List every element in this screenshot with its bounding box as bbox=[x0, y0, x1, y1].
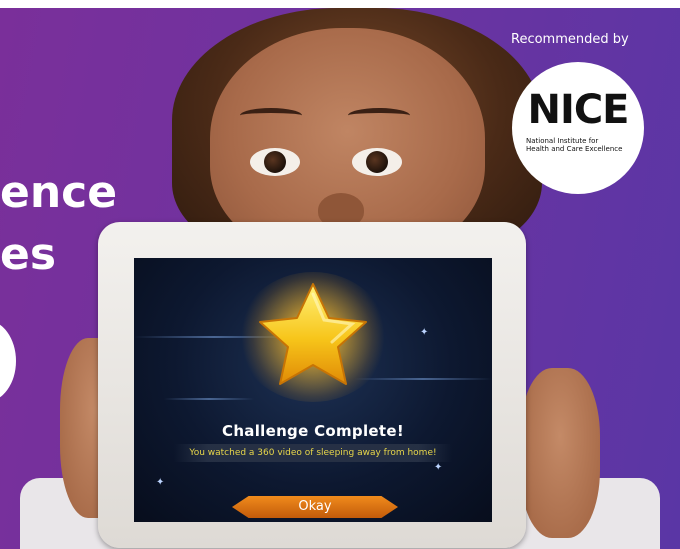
tablet-device: ✦ ✦ ✦ Challenge Complete! You watched a … bbox=[98, 222, 526, 548]
recommended-by-label: Recommended by bbox=[511, 32, 629, 47]
nice-logo-text: NICE bbox=[527, 87, 629, 133]
nice-logo-subtext-2: Health and Care Excellence bbox=[526, 145, 623, 153]
okay-button[interactable]: Okay bbox=[232, 496, 398, 518]
headline-line-2: es bbox=[0, 229, 57, 280]
nice-logo-subtext-1: National Institute for bbox=[526, 137, 599, 145]
right-eyebrow bbox=[348, 108, 410, 123]
challenge-title: Challenge Complete! bbox=[222, 422, 404, 440]
sparkle-icon: ✦ bbox=[420, 327, 429, 338]
headline-line-1: ence bbox=[0, 167, 118, 218]
challenge-message: You watched a 360 video of sleeping away… bbox=[189, 448, 437, 458]
sparkle-icon: ✦ bbox=[434, 462, 443, 473]
tablet-screen: ✦ ✦ ✦ Challenge Complete! You watched a … bbox=[134, 258, 492, 522]
hero-banner: ence es Recommended by NICE National Ins… bbox=[0, 8, 680, 549]
nice-logo-badge: NICE National Institute for Health and C… bbox=[512, 62, 644, 194]
star-icon bbox=[259, 283, 367, 385]
right-eye bbox=[352, 148, 402, 176]
partial-badge bbox=[0, 320, 16, 402]
right-hand bbox=[520, 368, 600, 538]
left-eye bbox=[250, 148, 300, 176]
sparkle-icon: ✦ bbox=[156, 477, 165, 488]
left-eyebrow bbox=[240, 108, 302, 123]
